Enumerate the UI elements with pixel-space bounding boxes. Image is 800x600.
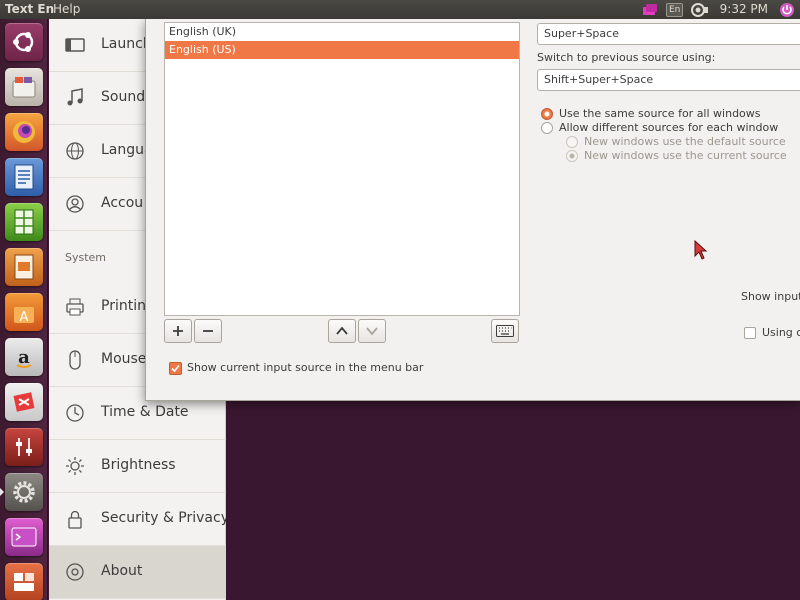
keyboard-layout-icon [14,573,34,591]
launcher-item-keyboard-layout[interactable] [5,563,43,600]
chevron-down-icon [366,327,378,336]
sidebar-item-label: Sound [101,89,146,105]
sidebar-item-label: Brightness [101,457,176,473]
launcher-item-files[interactable] [5,68,43,106]
minus-icon [203,330,213,332]
launcher-item-dash[interactable] [5,23,43,61]
launcher-icon [65,38,85,52]
messaging-indicator[interactable] [642,0,658,19]
source-item-english-us[interactable]: English (US) [165,41,519,59]
brightness-icon [66,457,84,475]
sidebar-item-label: About [101,563,143,579]
help-menu[interactable]: Help [53,0,80,19]
globe-icon [66,142,84,160]
plus-icon [173,326,183,336]
keyboard-icon [496,325,514,337]
printer-icon [66,298,84,316]
amazon-icon: a [16,347,32,368]
launcher-item-bug-app[interactable] [5,383,43,421]
sidebar-item-label: Printin [101,298,146,314]
prev-source-shortcut-field[interactable]: Shift+Super+Space [537,69,800,91]
document-icon [14,164,34,190]
mouse-icon [69,350,81,370]
checkmark-icon [171,364,180,373]
sidebar-item-label: Accou [101,195,144,211]
show-in-menu-bar-label: Show current input source in the menu ba… [187,361,424,374]
keyboard-layout-button[interactable] [491,319,519,343]
launcher-item-sound-mixer[interactable] [5,428,43,466]
launcher-item-firefox[interactable] [5,113,43,151]
sound-indicator[interactable] [690,0,710,19]
svg-text:A: A [20,310,29,325]
chevron-up-icon [336,326,348,335]
firefox-icon [13,121,35,143]
user-icon [66,195,84,213]
launcher-item-terminal[interactable] [5,518,43,556]
keyboard-indicator-label: En [665,2,684,17]
radio-current-source-label: New windows use the current source [584,149,787,162]
sidebar-item-label: Time & Date [101,404,189,420]
sidebar-item-about[interactable]: About [49,546,226,599]
terminal-icon [11,527,37,547]
radio-different-sources[interactable] [541,122,553,134]
mouse-pointer-icon [694,240,708,260]
unity-launcher: A a [0,19,48,600]
show-in-menu-bar-checkbox[interactable] [169,362,182,375]
next-source-shortcut-field[interactable]: Super+Space [537,23,800,45]
top-panel: Text En Help En 9:32 PM [0,0,800,19]
sidebar-item-security-privacy[interactable]: Security & Privacy [49,493,229,546]
launcher-item-impress[interactable] [5,248,43,286]
radio-default-source-label: New windows use the default source [584,135,786,148]
music-note-icon [67,88,83,106]
gear-icon [13,481,35,503]
move-up-button[interactable] [328,319,356,343]
power-icon [780,2,794,17]
clock-icon [66,404,84,422]
launcher-item-amazon[interactable]: a [5,338,43,376]
indicator-area: En 9:32 PM [642,0,796,19]
launcher-item-writer[interactable] [5,158,43,196]
presentation-icon [14,254,34,280]
using-label: Using cu [762,326,800,339]
sidebar-item-brightness[interactable]: Brightness [49,440,226,493]
clock-indicator[interactable]: 9:32 PM [720,0,768,19]
move-down-button[interactable] [358,319,386,343]
radio-default-source[interactable] [566,136,578,148]
spreadsheet-icon [14,209,34,235]
source-item-english-uk[interactable]: English (UK) [165,23,519,41]
show-input-label: Show input c [741,290,800,303]
ubuntu-logo-icon [13,32,34,52]
app-menu-title[interactable]: Text En [5,0,54,19]
info-icon [66,563,84,581]
lock-icon [68,510,82,529]
bug-icon [13,392,35,412]
sidebar-item-label: Mouse [101,351,147,367]
input-source-list[interactable]: English (UK) English (US) [164,22,520,316]
envelope-icon [642,3,657,15]
radio-same-source-label: Use the same source for all windows [559,107,761,120]
remove-source-button[interactable] [194,319,222,343]
sidebar-item-label: Security & Privacy [101,510,229,526]
radio-current-source[interactable] [566,150,578,162]
keyboard-indicator[interactable]: En [665,0,684,19]
radio-same-source[interactable] [541,108,553,120]
sidebar-section-system: System [65,251,107,264]
text-entry-dialog: English (UK) English (US) Show current i… [145,19,800,401]
session-indicator[interactable] [778,0,796,19]
prev-source-shortcut-label: Switch to previous source using: [537,51,716,64]
radio-different-sources-label: Allow different sources for each window [559,121,779,134]
svg-text:a: a [18,347,30,368]
launcher-item-system-settings[interactable] [0,473,43,511]
add-source-button[interactable] [164,319,192,343]
sliders-icon [16,438,32,456]
speaker-icon [690,2,708,17]
launcher-item-software-center[interactable]: A [5,293,43,331]
files-icon [12,77,36,98]
shopping-bag-icon: A [14,307,34,325]
launcher-item-calc[interactable] [5,203,43,241]
using-checkbox[interactable] [744,327,756,339]
